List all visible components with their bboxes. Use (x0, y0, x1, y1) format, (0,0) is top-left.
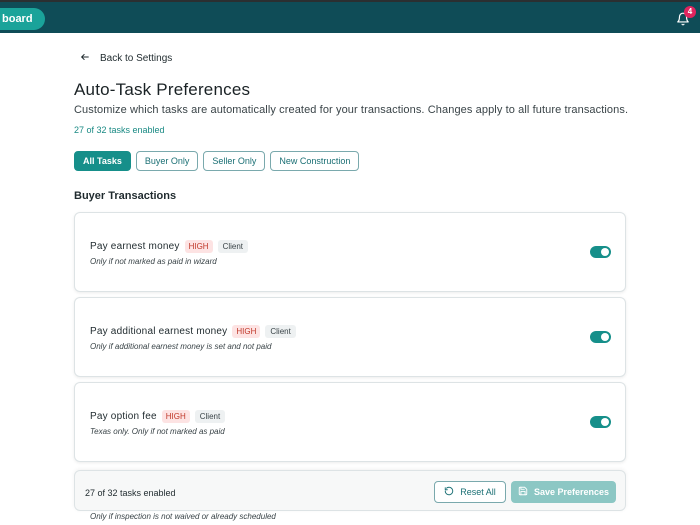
task-note: Only if inspection is not waived or alre… (90, 512, 276, 521)
reset-label: Reset All (460, 487, 496, 497)
save-preferences-button[interactable]: Save Preferences (511, 481, 616, 503)
task-note: Only if not marked as paid in wizard (90, 257, 217, 266)
back-to-settings-link[interactable]: Back to Settings (80, 52, 172, 65)
priority-badge: HIGH (184, 240, 213, 253)
assignee-badge: Client (194, 410, 226, 423)
enabled-count: 27 of 32 tasks enabled (74, 125, 165, 135)
task-toggle[interactable] (590, 331, 611, 343)
task-name: Pay option fee (90, 411, 157, 422)
arrow-left-icon (80, 52, 90, 65)
page-title: Auto-Task Preferences (74, 80, 251, 99)
dashboard-button[interactable]: board (0, 8, 45, 30)
save-label: Save Preferences (533, 487, 610, 497)
filter-tabs: All Tasks Buyer Only Seller Only New Con… (74, 151, 360, 171)
filter-buyer-only[interactable]: Buyer Only (135, 151, 199, 171)
priority-badge: HIGH (161, 410, 190, 423)
priority-badge: HIGH (232, 325, 261, 338)
reset-all-button[interactable]: Reset All (434, 481, 506, 503)
undo-icon (444, 486, 454, 498)
task-note: Only if additional earnest money is set … (90, 342, 272, 351)
task-card: Pay earnest money HIGH Client Only if no… (74, 212, 626, 292)
top-bar: board 4 (0, 0, 700, 33)
sticky-footer: 27 of 32 tasks enabled Reset All Save Pr… (74, 470, 626, 511)
save-icon (518, 486, 528, 498)
notification-badge: 4 (684, 6, 696, 18)
assignee-badge: Client (265, 325, 296, 338)
task-note: Texas only. Only if not marked as paid (90, 427, 225, 436)
task-card: Pay option fee HIGH Client Texas only. O… (74, 382, 626, 462)
page-subtitle: Customize which tasks are automatically … (74, 104, 629, 116)
filter-seller-only[interactable]: Seller Only (203, 151, 266, 171)
section-title: Buyer Transactions (74, 190, 177, 202)
footer-enabled-count: 27 of 32 tasks enabled (85, 488, 176, 498)
filter-all-tasks[interactable]: All Tasks (74, 151, 131, 171)
task-name: Pay earnest money (90, 241, 180, 252)
assignee-badge: Client (217, 240, 249, 253)
task-card: Pay additional earnest money HIGH Client… (74, 297, 626, 377)
task-toggle[interactable] (590, 246, 611, 258)
filter-new-construction[interactable]: New Construction (270, 151, 360, 171)
task-toggle[interactable] (590, 416, 611, 428)
back-label: Back to Settings (100, 53, 173, 64)
task-name: Pay additional earnest money (90, 326, 228, 337)
